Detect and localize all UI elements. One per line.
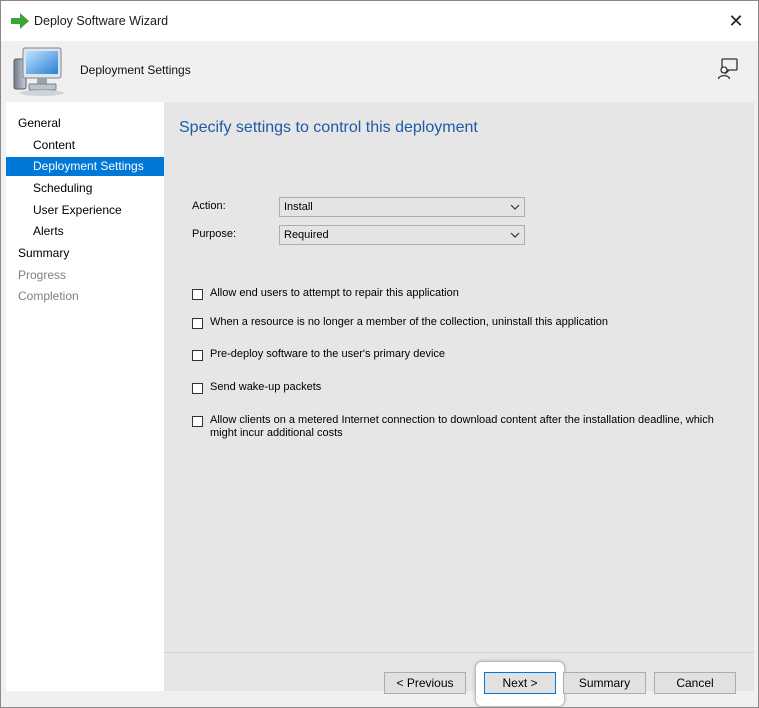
close-button[interactable]: ✕ — [714, 1, 758, 41]
window-title: Deploy Software Wizard — [34, 14, 169, 28]
allow-repair-checkbox[interactable] — [192, 289, 203, 300]
wizard-window: Deploy Software Wizard ✕ Deployment Sett… — [0, 0, 759, 708]
action-value: Install — [284, 201, 313, 213]
cancel-button[interactable]: Cancel — [654, 672, 736, 694]
main-panel: Specify settings to control this deploym… — [164, 102, 754, 691]
option-label: When a resource is no longer a member of… — [210, 316, 609, 328]
nav-item-completion: Completion — [18, 289, 79, 303]
previous-button[interactable]: < Previous — [384, 672, 466, 694]
purpose-dropdown[interactable]: Required — [279, 225, 525, 245]
metered-checkbox[interactable] — [192, 416, 203, 427]
footer-divider — [164, 652, 754, 653]
predeploy-checkbox[interactable] — [192, 350, 203, 361]
summary-button[interactable]: Summary — [563, 672, 646, 694]
option-label: Allow clients on a metered Internet conn… — [210, 414, 714, 439]
action-dropdown[interactable]: Install — [279, 197, 525, 217]
nav-item-general[interactable]: General — [6, 114, 164, 133]
purpose-label: Purpose: — [192, 228, 237, 240]
action-label: Action: — [192, 200, 226, 212]
page-title: Deployment Settings — [80, 63, 191, 77]
nav-item-deployment-settings[interactable]: Deployment Settings — [6, 157, 164, 176]
wakeup-checkbox[interactable] — [192, 383, 203, 394]
nav-item-scheduling[interactable]: Scheduling — [6, 179, 164, 198]
green-arrow-icon — [11, 13, 29, 29]
nav-item-progress: Progress — [18, 268, 67, 282]
chevron-down-icon — [510, 232, 520, 238]
purpose-value: Required — [284, 229, 329, 241]
uninstall-checkbox[interactable] — [192, 318, 203, 329]
nav-item-content[interactable]: Content — [6, 136, 164, 155]
nav-item-summary[interactable]: Summary — [6, 244, 164, 263]
next-button[interactable]: Next > — [484, 672, 556, 694]
wizard-nav: General Content Deployment Settings Sche… — [6, 102, 164, 691]
chevron-down-icon — [510, 204, 520, 210]
option-label: Send wake-up packets — [210, 381, 322, 393]
wizard-header: Deployment Settings — [1, 41, 758, 101]
nav-item-user-experience[interactable]: User Experience — [6, 201, 164, 220]
computer-icon — [13, 47, 64, 96]
option-label: Pre-deploy software to the user's primar… — [210, 348, 446, 360]
section-heading: Specify settings to control this deploym… — [179, 119, 478, 136]
option-label: Allow end users to attempt to repair thi… — [210, 287, 459, 299]
title-bar: Deploy Software Wizard ✕ — [1, 1, 758, 41]
nav-item-alerts[interactable]: Alerts — [6, 222, 164, 241]
close-icon: ✕ — [728, 10, 744, 31]
feedback-icon[interactable] — [717, 58, 739, 80]
